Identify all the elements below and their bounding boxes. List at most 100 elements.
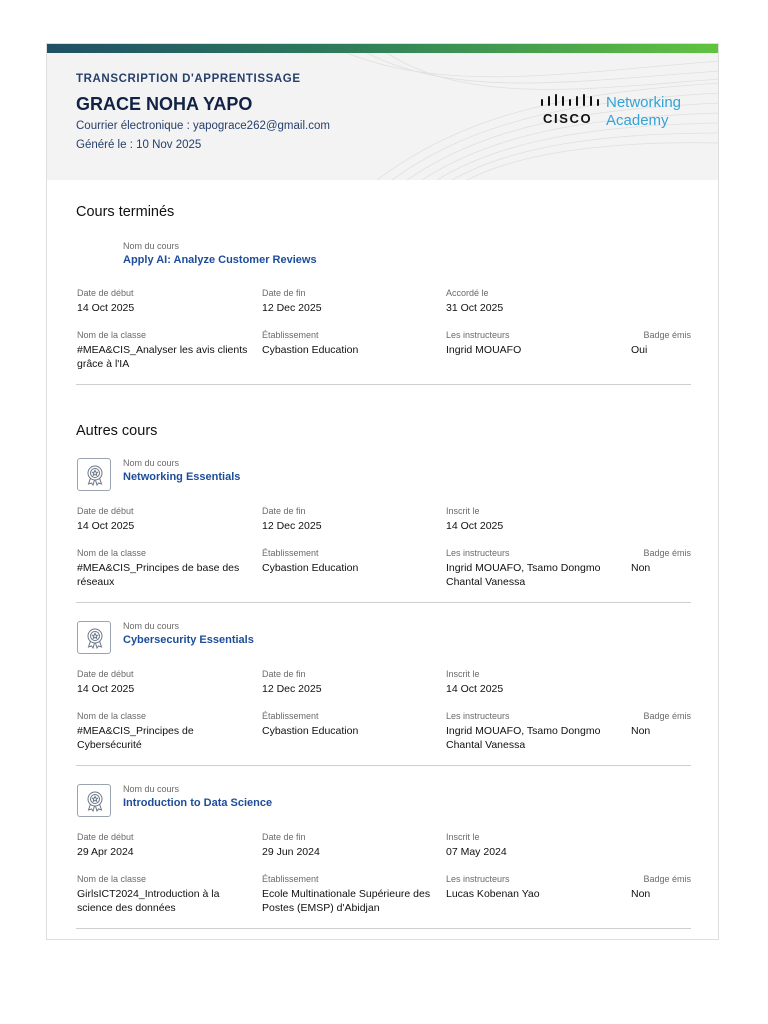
class-name-line: Cybersécurité (77, 738, 142, 751)
institution-line: Ecole Multinationale Supérieure des (262, 888, 431, 900)
instructors-value: Ingrid MOUAFO, Tsamo Dongmo Chantal Vane… (446, 725, 626, 752)
badge-value: Non (631, 888, 651, 900)
institution-value: Cybastion Education (262, 344, 442, 358)
other-course-card: Nom du cours Introduction to Data Scienc… (76, 784, 691, 929)
academy-wordmark: Networking Academy (606, 94, 681, 130)
instructors-label: Les instructeurs (446, 874, 510, 884)
course-badge-box (77, 458, 111, 491)
end-date-value: 29 Jun 2024 (262, 846, 320, 858)
class-name-value: #MEA&CIS_Principes de Cybersécurité (77, 725, 257, 752)
class-name-line: #MEA&CIS_Principes de base des (77, 562, 240, 574)
generated-date: Généré le : 10 Nov 2025 (76, 139, 202, 151)
badge-value: Non (631, 725, 651, 737)
instructors-value: Ingrid MOUAFO (446, 344, 626, 358)
start-date-value: 14 Oct 2025 (77, 683, 135, 695)
brand-gradient-bar (47, 44, 718, 53)
badge-label: Badge émis (643, 711, 691, 721)
class-name-line: grâce à l'IA (77, 357, 130, 370)
instructors-label: Les instructeurs (446, 330, 510, 340)
badge-value: Non (631, 562, 651, 574)
award-badge-icon (87, 628, 103, 649)
instructors-line: Ingrid MOUAFO (446, 344, 522, 356)
end-date-value: 12 Dec 2025 (262, 520, 322, 532)
institution-line: Cybastion Education (262, 344, 359, 356)
instructors-value: Lucas Kobenan Yao (446, 888, 626, 902)
course-divider (76, 602, 691, 603)
enrolled-date-label: Inscrit le (446, 506, 480, 516)
course-name[interactable]: Apply AI: Analyze Customer Reviews (123, 254, 317, 266)
academy-wordmark-line2: Academy (606, 112, 669, 129)
class-name-line: réseaux (77, 575, 115, 588)
transcript-header: TRANSCRIPTION D'APPRENTISSAGE GRACE NOHA… (47, 53, 718, 180)
start-date-label: Date de début (77, 288, 134, 298)
start-date-label: Date de début (77, 832, 134, 842)
start-date-label: Date de début (77, 506, 134, 516)
class-name-label: Nom de la classe (77, 548, 147, 558)
completed-course-card: Nom du cours Apply AI: Analyze Customer … (76, 241, 691, 385)
course-name[interactable]: Cybersecurity Essentials (123, 634, 254, 646)
learner-name: GRACE NOHA YAPO (76, 94, 253, 114)
start-date-label: Date de début (77, 669, 134, 679)
cisco-wordmark: CISCO (543, 111, 593, 126)
class-name-line: #MEA&CIS_Principes de (77, 725, 194, 737)
award-badge-icon (87, 465, 103, 486)
end-date-label: Date de fin (262, 288, 306, 298)
course-divider (76, 928, 691, 929)
institution-label: Établissement (262, 874, 319, 884)
end-date-label: Date de fin (262, 506, 306, 516)
start-date-value: 14 Oct 2025 (77, 520, 135, 532)
course-name-label: Nom du cours (123, 784, 180, 794)
institution-label: Établissement (262, 330, 319, 340)
badge-value: Oui (631, 344, 648, 356)
other-course-card: Nom du cours Cybersecurity Essentials Da… (76, 621, 691, 766)
institution-value: Ecole Multinationale Supérieure des Post… (262, 888, 442, 915)
course-badge-box (77, 784, 111, 817)
course-badge-box (77, 621, 111, 654)
enrolled-date-value: 14 Oct 2025 (446, 683, 504, 695)
instructors-line: Lucas Kobenan Yao (446, 888, 540, 900)
class-name-line: science des données (77, 901, 176, 914)
institution-line: Postes (EMSP) d'Abidjan (262, 901, 380, 914)
class-name-value: GirlsICT2024_Introduction à la science d… (77, 888, 257, 915)
transcript-document: TRANSCRIPTION D'APPRENTISSAGE GRACE NOHA… (46, 43, 719, 940)
end-date-label: Date de fin (262, 669, 306, 679)
badge-label: Badge émis (643, 548, 691, 558)
course-name[interactable]: Introduction to Data Science (123, 797, 272, 809)
start-date-value: 14 Oct 2025 (77, 302, 135, 314)
instructors-line: Chantal Vanessa (446, 738, 526, 751)
learner-email: Courrier électronique : yapograce262@gma… (76, 120, 330, 132)
instructors-line: Ingrid MOUAFO, Tsamo Dongmo (446, 725, 601, 737)
course-name-label: Nom du cours (123, 241, 180, 251)
course-name-label: Nom du cours (123, 621, 180, 631)
class-name-value: #MEA&CIS_Principes de base des réseaux (77, 562, 257, 589)
class-name-label: Nom de la classe (77, 874, 147, 884)
course-divider (76, 765, 691, 766)
enrolled-date-label: Inscrit le (446, 669, 480, 679)
class-name-line: GirlsICT2024_Introduction à la (77, 888, 220, 900)
transcript-kicker: TRANSCRIPTION D'APPRENTISSAGE (76, 73, 301, 85)
institution-label: Établissement (262, 548, 319, 558)
badge-label: Badge émis (643, 874, 691, 884)
class-name-value: #MEA&CIS_Analyser les avis clients grâce… (77, 344, 257, 371)
course-name-label: Nom du cours (123, 458, 180, 468)
instructors-label: Les instructeurs (446, 548, 510, 558)
cisco-bars-icon (541, 94, 599, 106)
institution-value: Cybastion Education (262, 725, 442, 739)
start-date-value: 29 Apr 2024 (77, 846, 134, 858)
other-course-card: Nom du cours Networking Essentials Date … (76, 458, 691, 603)
other-courses-title: Autres cours (76, 423, 158, 439)
course-divider (76, 384, 691, 385)
instructors-line: Chantal Vanessa (446, 575, 526, 588)
academy-wordmark-line1: Networking (606, 94, 682, 111)
enrolled-date-value: 14 Oct 2025 (446, 520, 504, 532)
institution-line: Cybastion Education (262, 562, 359, 574)
completed-courses-title: Cours terminés (76, 204, 175, 220)
class-name-label: Nom de la classe (77, 330, 147, 340)
instructors-label: Les instructeurs (446, 711, 510, 721)
institution-value: Cybastion Education (262, 562, 442, 576)
enrolled-date-value: 07 May 2024 (446, 846, 507, 858)
enrolled-date-label: Inscrit le (446, 832, 480, 842)
course-name[interactable]: Networking Essentials (123, 471, 240, 483)
institution-line: Cybastion Education (262, 725, 359, 737)
granted-date-value: 31 Oct 2025 (446, 302, 504, 314)
